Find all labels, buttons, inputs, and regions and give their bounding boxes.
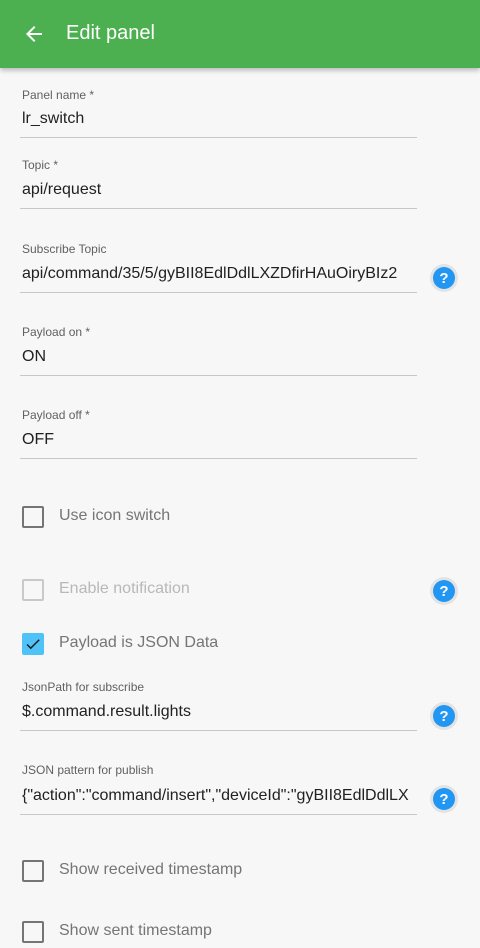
payload-on-label: Payload on * bbox=[22, 325, 91, 339]
payload-off-input[interactable]: OFF bbox=[20, 429, 417, 459]
help-icon: ? bbox=[433, 788, 455, 810]
subscribe-topic-help-button[interactable]: ? bbox=[430, 264, 458, 292]
arrow-left-icon bbox=[26, 26, 42, 42]
topic-label: Topic * bbox=[22, 158, 59, 172]
panel-name-label: Panel name * bbox=[22, 88, 95, 102]
help-icon: ? bbox=[433, 580, 455, 602]
jsonpath-subscribe-label: JsonPath for subscribe bbox=[22, 680, 145, 694]
payload-is-json-label[interactable]: Payload is JSON Data bbox=[59, 634, 218, 652]
show-received-timestamp-label[interactable]: Show received timestamp bbox=[59, 861, 242, 879]
show-received-timestamp-checkbox[interactable] bbox=[22, 860, 44, 882]
use-icon-switch-checkbox[interactable] bbox=[22, 506, 44, 528]
help-icon: ? bbox=[433, 705, 455, 727]
json-pattern-publish-label: JSON pattern for publish bbox=[22, 763, 154, 777]
show-sent-timestamp-checkbox[interactable] bbox=[22, 921, 44, 943]
panel-name-input[interactable]: lr_switch bbox=[20, 108, 417, 138]
topic-input[interactable]: api/request bbox=[20, 179, 417, 209]
enable-notification-label[interactable]: Enable notification bbox=[59, 580, 190, 598]
subscribe-topic-label: Subscribe Topic bbox=[22, 242, 107, 256]
help-icon: ? bbox=[433, 267, 455, 289]
use-icon-switch-label[interactable]: Use icon switch bbox=[59, 507, 170, 525]
jsonpath-subscribe-input[interactable]: $.command.result.lights bbox=[20, 701, 417, 731]
json-pattern-publish-input[interactable]: {"action":"command/insert","deviceId":"g… bbox=[20, 785, 417, 815]
show-sent-timestamp-label[interactable]: Show sent timestamp bbox=[59, 922, 212, 940]
enable-notification-help-button[interactable]: ? bbox=[430, 577, 458, 605]
payload-is-json-checkbox[interactable] bbox=[22, 633, 44, 655]
payload-off-label: Payload off * bbox=[22, 408, 90, 422]
page-title: Edit panel bbox=[66, 22, 155, 44]
payload-on-input[interactable]: ON bbox=[20, 346, 417, 376]
app-bar: Edit panel bbox=[0, 0, 480, 68]
subscribe-topic-input[interactable]: api/command/35/5/gyBII8EdlDdlLXZDfirHAuO… bbox=[20, 263, 417, 293]
json-pattern-help-button[interactable]: ? bbox=[430, 785, 458, 813]
back-button[interactable] bbox=[14, 14, 54, 54]
jsonpath-help-button[interactable]: ? bbox=[430, 702, 458, 730]
enable-notification-checkbox[interactable] bbox=[22, 579, 44, 601]
check-icon bbox=[26, 639, 40, 650]
